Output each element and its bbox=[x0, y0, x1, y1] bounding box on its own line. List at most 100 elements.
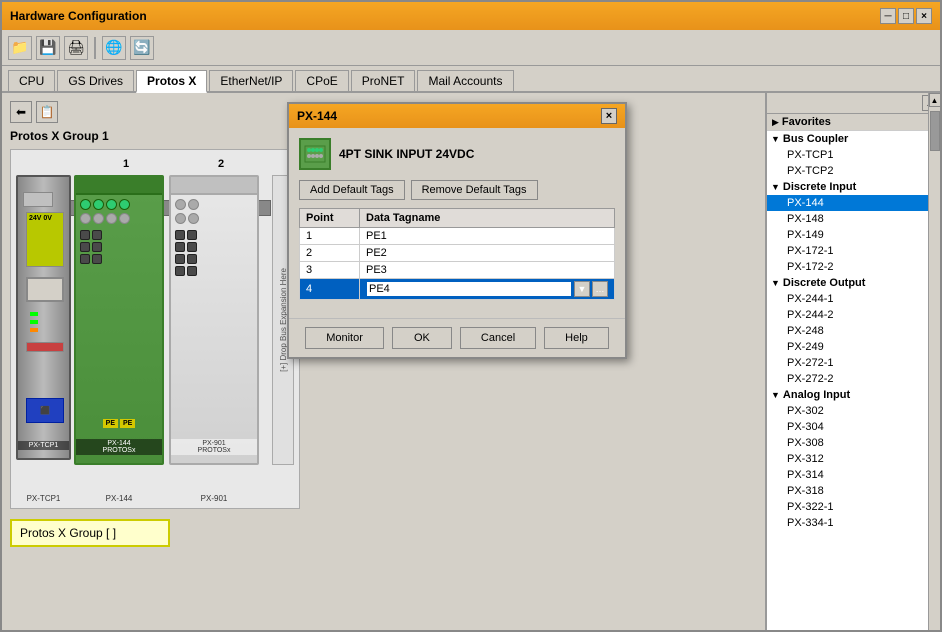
tab-pronet[interactable]: ProNET bbox=[351, 70, 416, 91]
section-header-discrete-output[interactable]: ▼ Discrete Output bbox=[767, 275, 940, 291]
module-label-144: PX-144PROTOSx bbox=[76, 439, 162, 455]
dropdown-arrow-btn[interactable]: ▼ bbox=[574, 281, 590, 297]
tree-item-px-334-1[interactable]: PX-334-1 bbox=[767, 515, 940, 531]
section-label-analog-input: Analog Input bbox=[783, 389, 850, 401]
tag-button-row: Add Default Tags Remove Default Tags bbox=[299, 180, 615, 200]
tab-protos-x[interactable]: Protos X bbox=[136, 70, 207, 93]
section-header-analog-input[interactable]: ▼ Analog Input bbox=[767, 387, 940, 403]
tree-item-px-302[interactable]: PX-302 bbox=[767, 403, 940, 419]
scroll-up-btn[interactable]: ▲ bbox=[929, 93, 941, 107]
tree-item-px-148[interactable]: PX-148 bbox=[767, 211, 940, 227]
tree-item-px-tcp2[interactable]: PX-TCP2 bbox=[767, 163, 940, 179]
tree-item-px-149[interactable]: PX-149 bbox=[767, 227, 940, 243]
tree-item-px-304[interactable]: PX-304 bbox=[767, 419, 940, 435]
network-button[interactable]: 🌐 bbox=[102, 36, 126, 60]
port-group-3 bbox=[171, 195, 257, 228]
close-button[interactable]: × bbox=[916, 8, 932, 24]
tree-item-px-248[interactable]: PX-248 bbox=[767, 323, 940, 339]
tree-item-px-tcp1[interactable]: PX-TCP1 bbox=[767, 147, 940, 163]
cpu-display: 24V 0V bbox=[26, 212, 64, 267]
device-type-label: 4PT SINK INPUT 24VDC bbox=[339, 147, 474, 161]
remove-tags-button[interactable]: Remove Default Tags bbox=[411, 180, 538, 200]
row-point-3: 3 bbox=[300, 262, 360, 279]
tree-item-px-172-2[interactable]: PX-172-2 bbox=[767, 259, 940, 275]
port-group-1 bbox=[76, 195, 162, 228]
hw-canvas: 24V 0V ⬛ PX-TCP1 bbox=[10, 149, 300, 509]
ellipsis-btn[interactable]: … bbox=[592, 281, 608, 297]
maximize-button[interactable]: □ bbox=[898, 8, 914, 24]
table-row[interactable]: 1 PE1 bbox=[300, 228, 615, 245]
module-top-bar-2 bbox=[171, 177, 257, 195]
row-tagname-1[interactable]: PE1 bbox=[360, 228, 615, 245]
cpu-module[interactable]: 24V 0V ⬛ PX-TCP1 bbox=[16, 175, 71, 460]
toolbar: 📁 💾 🖨 🌐 🔄 bbox=[2, 30, 940, 66]
vertical-scrollbar[interactable]: ▲ ▼ bbox=[928, 93, 940, 632]
data-table: Point Data Tagname 1 PE1 2 PE2 bbox=[299, 208, 615, 300]
tab-gs-drives[interactable]: GS Drives bbox=[57, 70, 134, 91]
label-px-144: PX-144 bbox=[74, 494, 164, 503]
add-tags-button[interactable]: Add Default Tags bbox=[299, 180, 405, 200]
tree-item-px-144[interactable]: PX-144 bbox=[767, 195, 940, 211]
editable-cell[interactable]: ▼ … bbox=[366, 281, 608, 297]
module-label-tcp1: PX-TCP1 bbox=[18, 441, 69, 450]
module-top-bar-1 bbox=[76, 177, 162, 195]
monitor-button[interactable]: Monitor bbox=[305, 327, 384, 349]
table-row-selected[interactable]: 4 ▼ … bbox=[300, 279, 615, 300]
cancel-button[interactable]: Cancel bbox=[460, 327, 536, 349]
row-point-2: 2 bbox=[300, 245, 360, 262]
tab-cpu[interactable]: CPU bbox=[8, 70, 55, 91]
module-slot-2[interactable]: PX-901PROTOSx bbox=[169, 175, 259, 465]
row-tagname-2[interactable]: PE2 bbox=[360, 245, 615, 262]
tree-item-px-272-1[interactable]: PX-272-1 bbox=[767, 355, 940, 371]
table-row[interactable]: 2 PE2 bbox=[300, 245, 615, 262]
tree-item-px-308[interactable]: PX-308 bbox=[767, 435, 940, 451]
tree-item-px-244-2[interactable]: PX-244-2 bbox=[767, 307, 940, 323]
tree-item-px-244-1[interactable]: PX-244-1 bbox=[767, 291, 940, 307]
table-row[interactable]: 3 PE3 bbox=[300, 262, 615, 279]
scroll-track bbox=[929, 107, 940, 632]
tab-ethernet-ip[interactable]: EtherNet/IP bbox=[209, 70, 293, 91]
pe-labels-1: PE PE bbox=[76, 419, 162, 428]
tree-item-px-322-1[interactable]: PX-322-1 bbox=[767, 499, 940, 515]
modal-close-button[interactable]: × bbox=[601, 108, 617, 124]
tree-item-px-249[interactable]: PX-249 bbox=[767, 339, 940, 355]
section-discrete-output: ▼ Discrete Output PX-244-1 PX-244-2 PX-2… bbox=[767, 275, 940, 387]
tagname-input[interactable] bbox=[366, 281, 572, 297]
section-header-discrete-input[interactable]: ▼ Discrete Input bbox=[767, 179, 940, 195]
ok-button[interactable]: OK bbox=[392, 327, 452, 349]
tab-cpoe[interactable]: CPoE bbox=[295, 70, 348, 91]
row-tagname-3[interactable]: PE3 bbox=[360, 262, 615, 279]
arrow-left-icon[interactable]: ⬅ bbox=[10, 101, 32, 123]
tree-item-px-314[interactable]: PX-314 bbox=[767, 467, 940, 483]
tree-scroll-nav: ▲ bbox=[767, 93, 940, 114]
print-button[interactable]: 🖨 bbox=[64, 36, 88, 60]
slot-number-1: 1 bbox=[81, 158, 171, 170]
port-group-2 bbox=[76, 228, 162, 266]
module-slot-1[interactable]: PE PE PX-144PROTOSx bbox=[74, 175, 164, 465]
help-button[interactable]: Help bbox=[544, 327, 609, 349]
tree-item-px-318[interactable]: PX-318 bbox=[767, 483, 940, 499]
modal-footer: Monitor OK Cancel Help bbox=[289, 318, 625, 357]
section-discrete-input: ▼ Discrete Input PX-144 PX-148 PX-149 PX… bbox=[767, 179, 940, 275]
section-expander-bus-coupler: ▼ bbox=[771, 134, 780, 144]
tree-item-px-312[interactable]: PX-312 bbox=[767, 451, 940, 467]
row-tagname-4-cell[interactable]: ▼ … bbox=[360, 279, 615, 300]
scroll-thumb[interactable] bbox=[930, 111, 940, 151]
tree-item-px-272-2[interactable]: PX-272-2 bbox=[767, 371, 940, 387]
section-expander-discrete-input: ▼ bbox=[771, 182, 780, 192]
tab-mail-accounts[interactable]: Mail Accounts bbox=[417, 70, 513, 91]
modal-body: 4PT SINK INPUT 24VDC Add Default Tags Re… bbox=[289, 128, 625, 318]
minimize-button[interactable]: ─ bbox=[880, 8, 896, 24]
device-svg bbox=[303, 142, 327, 166]
tree-item-px-172-1[interactable]: PX-172-1 bbox=[767, 243, 940, 259]
open-button[interactable]: 📁 bbox=[8, 36, 32, 60]
section-header-bus-coupler[interactable]: ▼ Bus Coupler bbox=[767, 131, 940, 147]
favorites-header[interactable]: ▶ Favorites bbox=[767, 114, 940, 131]
section-expander-analog-input: ▼ bbox=[771, 390, 780, 400]
copy-icon[interactable]: 📋 bbox=[36, 101, 58, 123]
device-header: 4PT SINK INPUT 24VDC bbox=[299, 138, 615, 170]
save-button[interactable]: 💾 bbox=[36, 36, 60, 60]
title-bar-buttons: ─ □ × bbox=[880, 8, 932, 24]
port-group-4 bbox=[171, 228, 257, 278]
refresh-button[interactable]: 🔄 bbox=[130, 36, 154, 60]
